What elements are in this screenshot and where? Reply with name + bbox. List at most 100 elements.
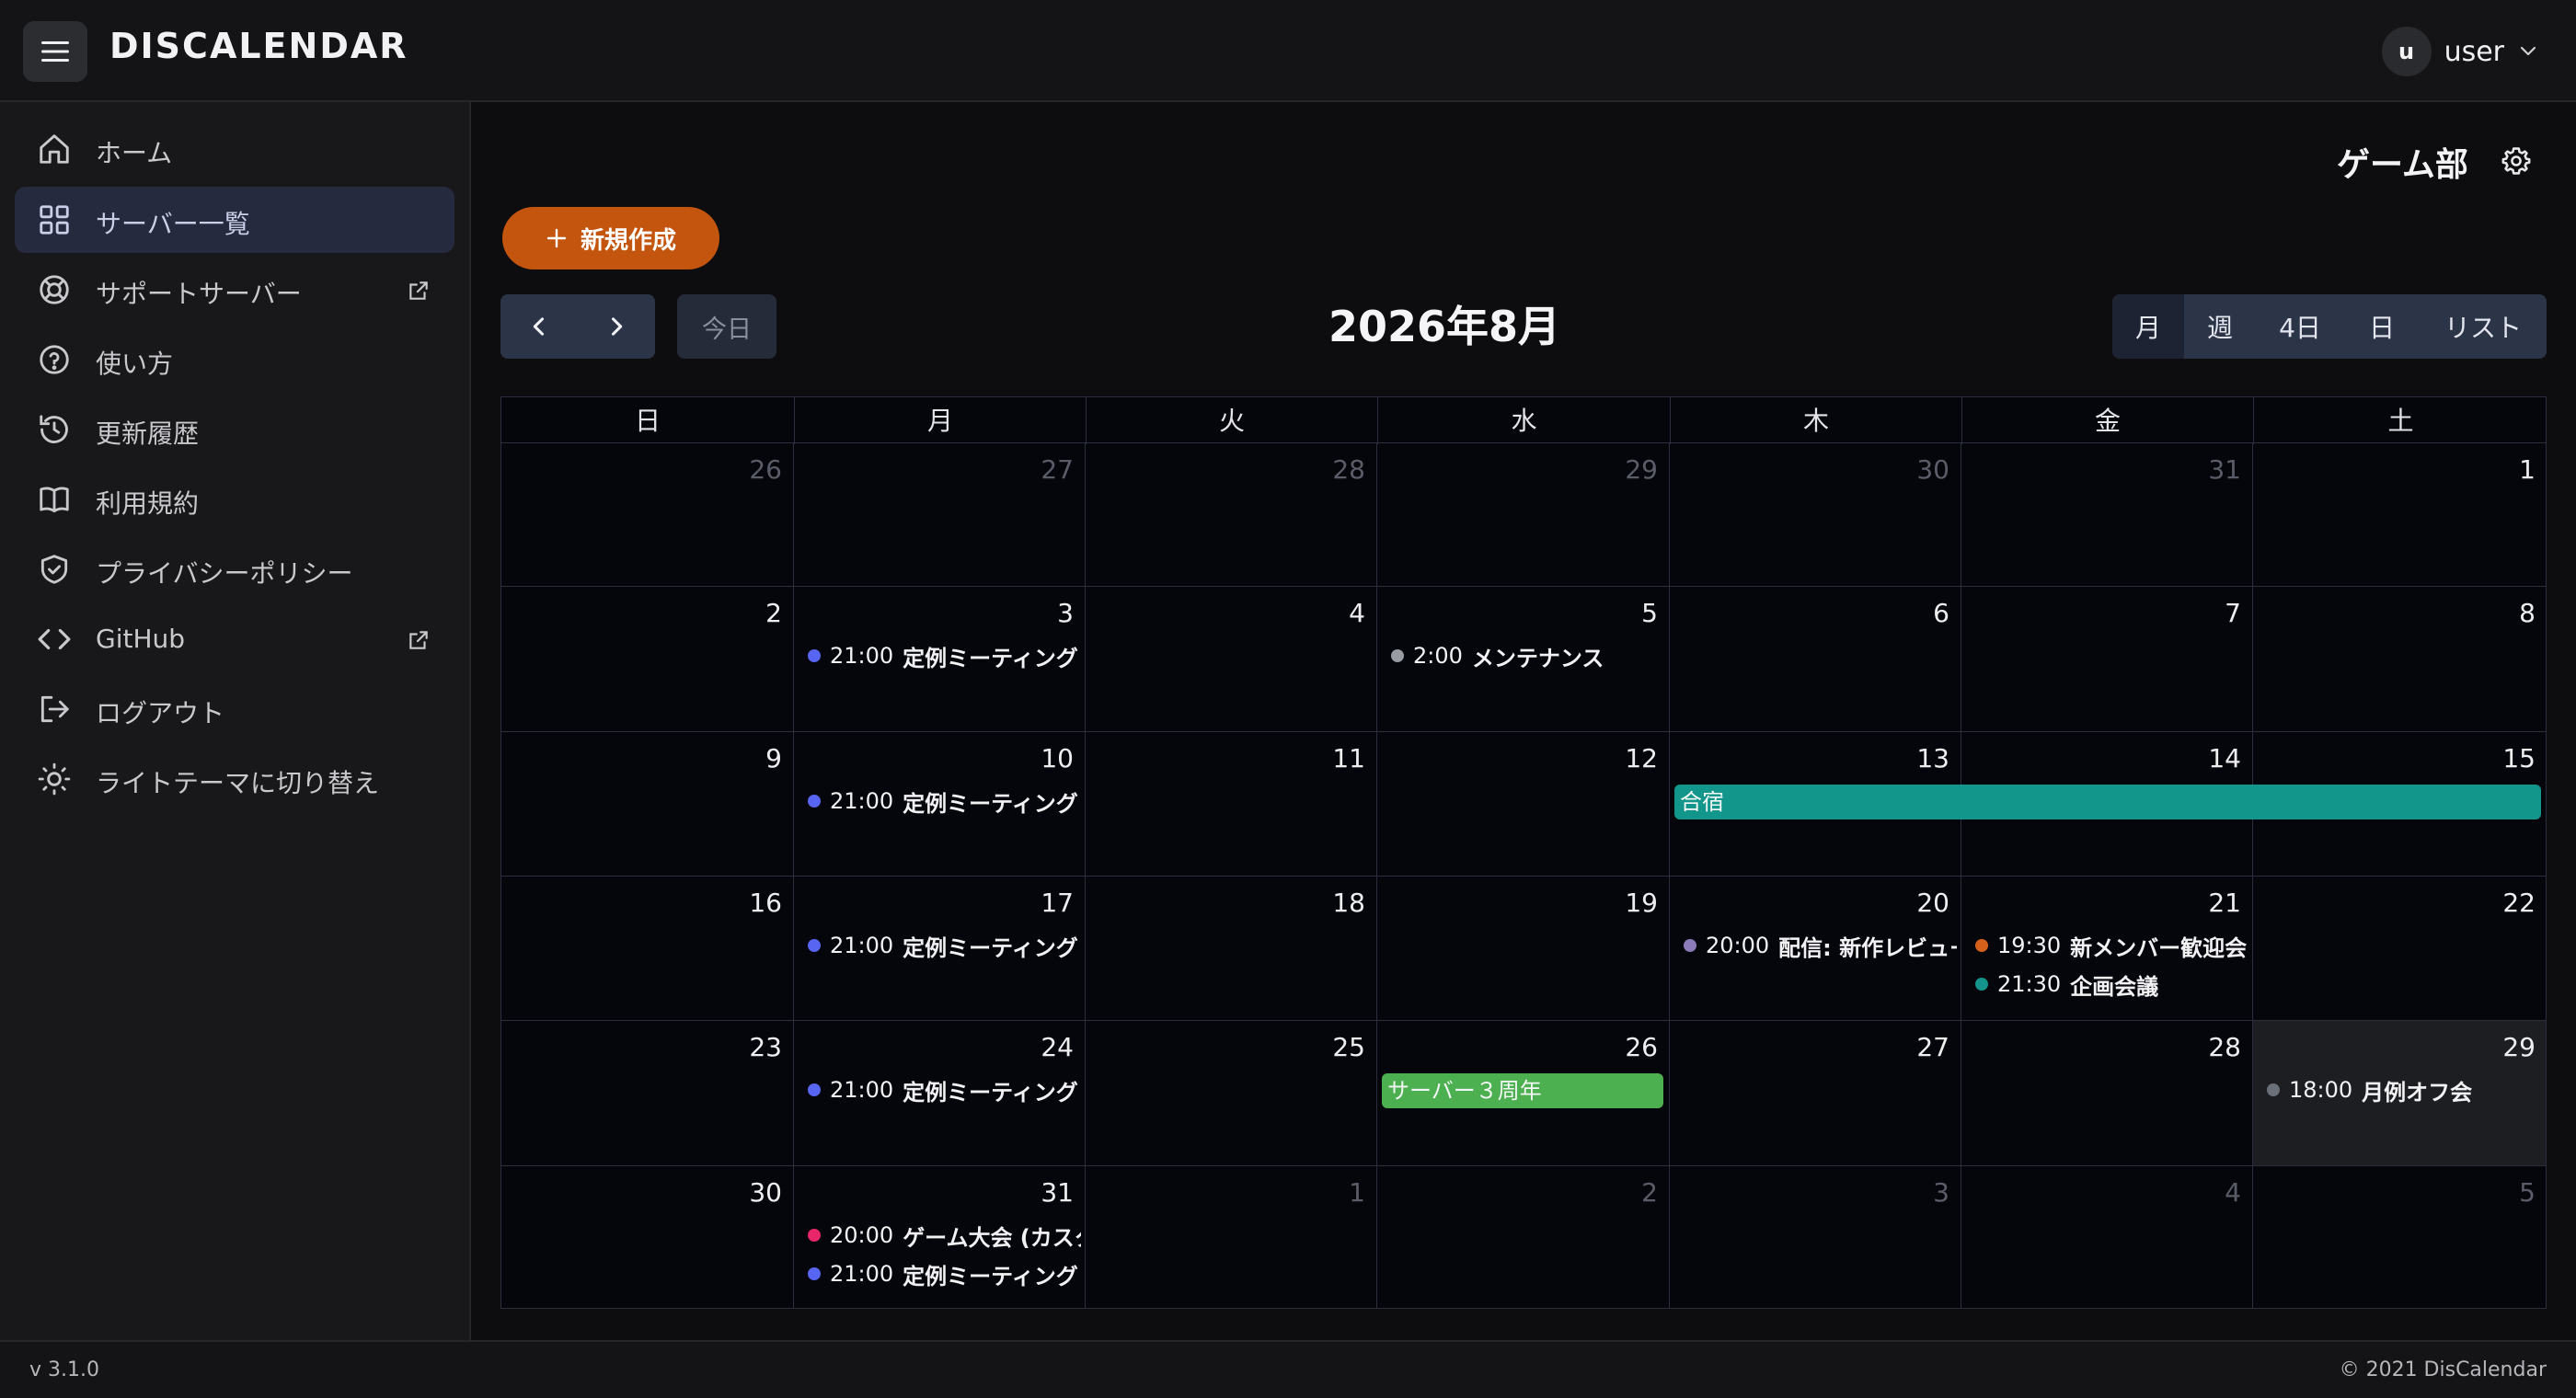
day-number[interactable]: 4 [2225, 1177, 2241, 1208]
sidebar-item-changelog[interactable]: 更新履歴 [15, 396, 454, 463]
day-number[interactable]: 28 [1332, 454, 1365, 485]
calendar-event[interactable]: 21:00 定例ミーティング [793, 930, 1081, 961]
view-day-button[interactable]: 日 [2344, 294, 2420, 359]
calendar-event[interactable]: 21:00 定例ミーティング [793, 1074, 1081, 1106]
day-cell[interactable]: 28 [1085, 443, 1376, 587]
sidebar-item-privacy[interactable]: プライバシーポリシー [15, 536, 454, 602]
day-cell[interactable]: 2 [500, 587, 793, 732]
day-cell[interactable]: 30 [1669, 443, 1961, 587]
day-cell[interactable]: 31 [1961, 443, 2252, 587]
calendar-event[interactable]: 21:00 定例ミーティング [793, 640, 1081, 671]
day-cell[interactable]: 16 [500, 877, 793, 1021]
sidebar-item-howto[interactable]: 使い方 [15, 327, 454, 393]
day-number[interactable]: 31 [2208, 454, 2241, 485]
day-number[interactable]: 5 [1641, 598, 1658, 628]
day-cell[interactable]: 29 [1376, 443, 1669, 587]
day-number[interactable]: 25 [1332, 1032, 1365, 1062]
day-number[interactable]: 4 [1349, 598, 1365, 628]
all-day-event[interactable]: サーバー３周年 [1382, 1073, 1663, 1108]
sidebar-item-terms[interactable]: 利用規約 [15, 466, 454, 533]
day-number[interactable]: 24 [1041, 1032, 1074, 1062]
calendar-event[interactable]: 19:30 新メンバー歓迎会 [1961, 930, 2248, 961]
day-number[interactable]: 6 [1933, 598, 1949, 628]
view-week-button[interactable]: 週 [2184, 294, 2256, 359]
day-cell[interactable]: 8 [2252, 587, 2547, 732]
day-cell[interactable]: 1 [2252, 443, 2547, 587]
calendar-event[interactable]: 18:00 月例オフ会 [2252, 1074, 2543, 1106]
day-number[interactable]: 26 [1625, 1032, 1658, 1062]
day-number[interactable]: 19 [1625, 888, 1658, 918]
day-cell[interactable]: 25 [1085, 1021, 1376, 1166]
calendar-event[interactable]: 20:00 ゲーム大会 (カスタム [793, 1220, 1081, 1251]
day-number[interactable]: 27 [1041, 454, 1074, 485]
gear-icon[interactable] [2501, 145, 2532, 177]
day-cell[interactable]: 9 [500, 732, 793, 877]
day-number[interactable]: 3 [1057, 598, 1074, 628]
day-number[interactable]: 13 [1916, 743, 1949, 773]
day-cell[interactable]: 11 [1085, 732, 1376, 877]
day-number[interactable]: 30 [1916, 454, 1949, 485]
day-cell[interactable]: 28 [1961, 1021, 2252, 1166]
day-number[interactable]: 10 [1041, 743, 1074, 773]
view-month-button[interactable]: 月 [2112, 294, 2184, 359]
day-number[interactable]: 9 [765, 743, 782, 773]
day-cell[interactable]: 22 [2252, 877, 2547, 1021]
day-cell[interactable]: 19 [1376, 877, 1669, 1021]
day-cell[interactable]: 4 [1961, 1166, 2252, 1309]
day-cell[interactable]: 1 [1085, 1166, 1376, 1309]
sidebar-item-github[interactable]: GitHub [15, 606, 454, 672]
view-4day-button[interactable]: 4日 [2256, 294, 2344, 359]
day-number[interactable]: 29 [2502, 1032, 2536, 1062]
day-cell[interactable]: 3 [1669, 1166, 1961, 1309]
sidebar-item-support-server[interactable]: サポートサーバー [15, 257, 454, 323]
day-cell[interactable]: 6 [1669, 587, 1961, 732]
day-number[interactable]: 18 [1332, 888, 1365, 918]
day-number[interactable]: 11 [1332, 743, 1365, 773]
today-button[interactable]: 今日 [677, 294, 776, 359]
day-number[interactable]: 28 [2208, 1032, 2241, 1062]
day-cell[interactable]: 27 [1669, 1021, 1961, 1166]
day-cell[interactable]: 5 [2252, 1166, 2547, 1309]
day-number[interactable]: 16 [749, 888, 782, 918]
day-number[interactable]: 20 [1916, 888, 1949, 918]
day-cell[interactable]: 23 [500, 1021, 793, 1166]
sidebar-item-home[interactable]: ホーム [15, 116, 454, 182]
day-number[interactable]: 5 [2519, 1177, 2536, 1208]
day-number[interactable]: 1 [2519, 454, 2536, 485]
calendar-event[interactable]: 2:00 メンテナンス [1376, 640, 1665, 671]
day-number[interactable]: 8 [2519, 598, 2536, 628]
day-cell[interactable]: 27 [793, 443, 1085, 587]
day-number[interactable]: 26 [749, 454, 782, 485]
day-cell[interactable]: 12 [1376, 732, 1669, 877]
day-number[interactable]: 17 [1041, 888, 1074, 918]
sidebar-item-logout[interactable]: ログアウト [15, 676, 454, 742]
day-number[interactable]: 1 [1349, 1177, 1365, 1208]
calendar-event[interactable]: 21:00 定例ミーティング [793, 1258, 1081, 1289]
day-cell[interactable]: 4 [1085, 587, 1376, 732]
day-number[interactable]: 12 [1625, 743, 1658, 773]
sidebar-item-light-theme[interactable]: ライトテーマに切り替え [15, 746, 454, 812]
menu-button[interactable] [23, 21, 87, 82]
day-number[interactable]: 15 [2502, 743, 2536, 773]
sidebar-item-servers[interactable]: サーバー一覧 [15, 187, 454, 253]
new-event-button[interactable]: 新規作成 [502, 207, 719, 269]
day-number[interactable]: 3 [1933, 1177, 1949, 1208]
day-number[interactable]: 30 [749, 1177, 782, 1208]
calendar-event[interactable]: 20:00 配信: 新作レビュー [1669, 930, 1957, 961]
day-number[interactable]: 2 [1641, 1177, 1658, 1208]
day-cell[interactable]: 18 [1085, 877, 1376, 1021]
day-number[interactable]: 27 [1916, 1032, 1949, 1062]
day-number[interactable]: 21 [2208, 888, 2241, 918]
day-number[interactable]: 7 [2225, 598, 2241, 628]
user-menu[interactable]: u user [2381, 26, 2539, 77]
calendar-event[interactable]: 21:00 定例ミーティング [793, 785, 1081, 817]
prev-month-button[interactable] [500, 294, 578, 359]
calendar-event[interactable]: 21:30 企画会議 [1961, 968, 2248, 1000]
day-cell[interactable]: 26 [500, 443, 793, 587]
day-number[interactable]: 31 [1041, 1177, 1074, 1208]
view-list-button[interactable]: リスト [2420, 294, 2547, 359]
next-month-button[interactable] [578, 294, 655, 359]
day-number[interactable]: 23 [749, 1032, 782, 1062]
day-number[interactable]: 14 [2208, 743, 2241, 773]
day-number[interactable]: 22 [2502, 888, 2536, 918]
